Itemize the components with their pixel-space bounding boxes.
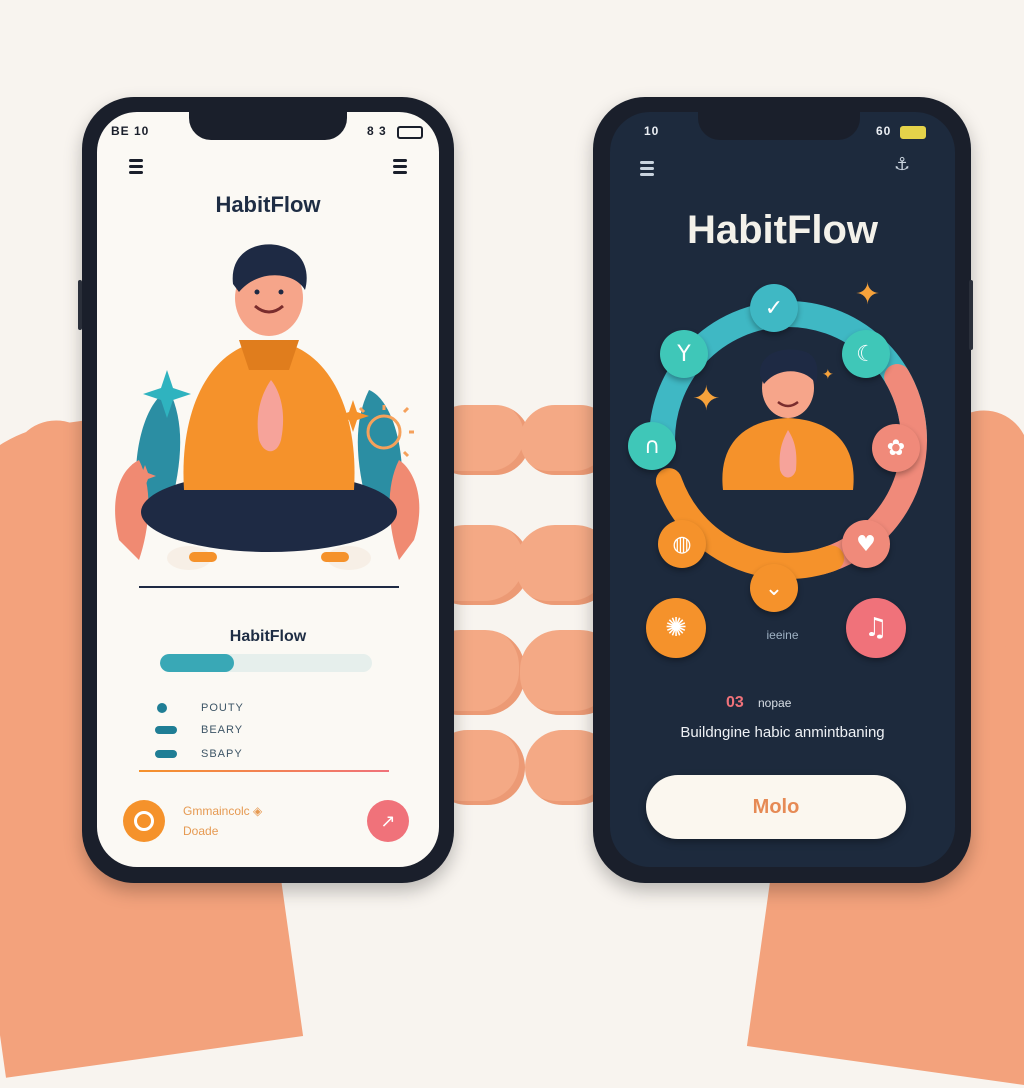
right-battery-icon [900, 126, 926, 139]
left-notch [189, 112, 347, 140]
left-status-time: BE 10 [111, 124, 150, 138]
right-status-time: 10 [644, 124, 660, 138]
section-title: HabitFlow [229, 628, 307, 645]
check-icon[interactable]: ✓ [750, 284, 798, 332]
sparkle-icon: ✦ [692, 379, 721, 419]
sparkle-icon: ✦ [855, 277, 881, 312]
footer-text-2: Doade [183, 824, 219, 838]
ring-caption: ieeine [766, 628, 799, 642]
list-item-label: SBAPY [201, 748, 243, 760]
meditation-illustration [115, 244, 420, 588]
counter-label: nopae [758, 696, 792, 710]
sparkle-icon: ✦ [822, 367, 834, 383]
right-status-right: 60 [876, 124, 892, 138]
tagline: Buildngine habic anmintbaning [680, 724, 885, 741]
left-phone-side-button [78, 280, 82, 330]
list-item-label: POUTY [201, 702, 244, 714]
anchor-icon[interactable]: ⚓ [894, 154, 910, 175]
list-item-label: BEARY [201, 724, 244, 736]
list-bullet [155, 750, 177, 758]
left-status-right: 8 3 [367, 124, 387, 138]
primary-cta-button[interactable]: Molo [646, 775, 906, 839]
list-bullet [157, 703, 167, 713]
kettle-icon[interactable]: ◍ [658, 520, 706, 568]
trend-icon: ↗ [380, 810, 396, 832]
left-battery-icon [397, 126, 423, 139]
headphones-icon[interactable]: ☾ [842, 330, 890, 378]
divider [139, 770, 389, 772]
counter-value: 03 [726, 694, 744, 711]
left-phone-screen: BE 10 8 3 HabitFlow HabitFlow POUTY BEAR… [97, 112, 439, 867]
right-notch [698, 112, 860, 140]
trend-button[interactable]: ↗ [367, 800, 409, 842]
leaf-icon[interactable]: Y [660, 330, 708, 378]
chevron-icon[interactable]: ⌄ [750, 564, 798, 612]
app-title: HabitFlow [215, 192, 321, 217]
menu-icon[interactable] [129, 156, 143, 177]
target-icon [134, 811, 154, 831]
menu-icon[interactable] [640, 158, 654, 179]
right-phone-side-button [969, 280, 973, 350]
target-button[interactable] [123, 800, 165, 842]
footer-text-1: Gmmaincolc ◈ [183, 804, 263, 818]
app-title: HabitFlow [686, 208, 879, 252]
right-phone-screen: 10 60 ⚓ HabitFlow ✦ ✦ ✦ ✓ Y ☾ ∩ ✿ ◍ ♥ ⌄ … [610, 112, 955, 867]
heart-icon[interactable]: ♥ [842, 520, 890, 568]
fan-icon[interactable]: ✿ [872, 424, 920, 472]
moon-icon[interactable]: ∩ [628, 422, 676, 470]
habit-progress-bar [160, 654, 372, 672]
habit-progress-fill [160, 654, 235, 672]
primary-cta-label: Molo [752, 795, 800, 818]
menu-icon[interactable] [393, 156, 407, 177]
list-bullet [155, 726, 177, 734]
